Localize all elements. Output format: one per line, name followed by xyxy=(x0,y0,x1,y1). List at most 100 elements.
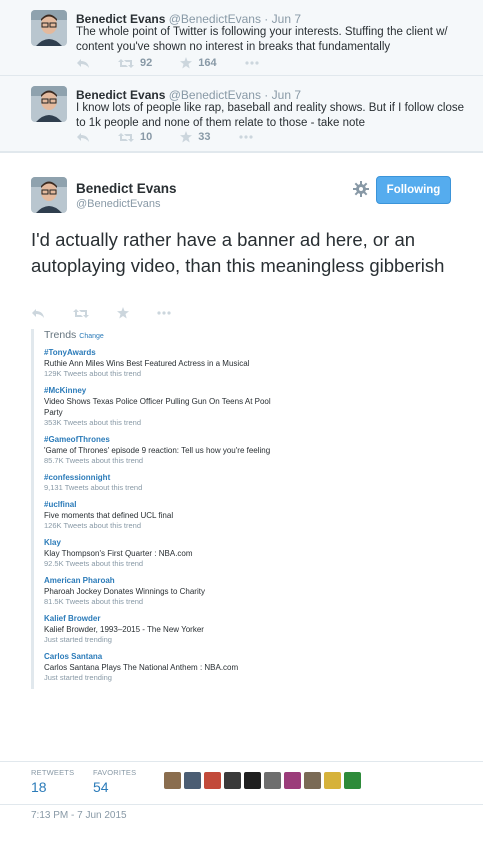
favoriter-avatar[interactable] xyxy=(204,772,221,789)
trend-tag[interactable]: #GameofThrones xyxy=(44,434,291,445)
favorite-count: 33 xyxy=(198,131,211,143)
favoriter-avatar[interactable] xyxy=(184,772,201,789)
tweet-date[interactable]: Jun 7 xyxy=(272,88,301,102)
trend-item[interactable]: #GameofThrones 'Game of Thrones' episode … xyxy=(44,434,291,466)
trend-count: 353K Tweets about this trend xyxy=(44,418,142,427)
avatar[interactable] xyxy=(31,86,67,122)
retweet-action[interactable]: 10 xyxy=(118,131,152,143)
trend-tag[interactable]: Carlos Santana xyxy=(44,651,291,662)
retweet-icon[interactable] xyxy=(73,308,89,319)
favoriter-avatar[interactable] xyxy=(344,772,361,789)
favoriter-avatar[interactable] xyxy=(264,772,281,789)
trend-item[interactable]: #TonyAwards Ruthie Ann Miles Wins Best Fe… xyxy=(44,347,291,379)
trend-count: Just started trending xyxy=(44,673,112,682)
trend-tag[interactable]: Klay xyxy=(44,537,291,548)
favoriter-avatar[interactable] xyxy=(224,772,241,789)
trend-item[interactable]: #confessionnight 9,131 Tweets about this … xyxy=(44,472,291,493)
retweets-stat[interactable]: RETWEETS 18 xyxy=(31,768,74,795)
trend-description: Kalief Browder, 1993–2015 - The New York… xyxy=(44,625,204,634)
avatar[interactable] xyxy=(31,177,67,213)
favorite-action[interactable]: 33 xyxy=(180,131,211,143)
trend-description: Five moments that defined UCL final xyxy=(44,511,174,520)
reply-icon[interactable] xyxy=(76,58,90,69)
more-icon[interactable] xyxy=(157,311,171,315)
trends-title: Trends xyxy=(44,329,77,341)
retweets-count: 18 xyxy=(31,779,47,795)
trend-item[interactable]: #uclfinal Five moments that defined UCL f… xyxy=(44,499,291,531)
star-icon xyxy=(180,57,193,69)
context-tweet[interactable]: Benedict Evans @BenedictEvans · Jun 7 Th… xyxy=(0,0,483,76)
favoriter-avatar[interactable] xyxy=(304,772,321,789)
favorites-stat[interactable]: FAVORITES 54 xyxy=(93,768,136,795)
trend-item[interactable]: Kalief Browder Kalief Browder, 1993–2015 … xyxy=(44,613,291,645)
favorites-label: FAVORITES xyxy=(93,768,137,777)
favoriter-avatar[interactable] xyxy=(164,772,181,789)
tweet-text: I know lots of people like rap, baseball… xyxy=(76,102,465,129)
avatar[interactable] xyxy=(31,10,67,46)
trend-tag[interactable]: #McKinney xyxy=(44,385,291,396)
more-icon[interactable] xyxy=(245,61,259,65)
trend-count: 126K Tweets about this trend xyxy=(44,521,142,530)
trend-item[interactable]: Carlos Santana Carlos Santana Plays The N… xyxy=(44,651,291,683)
favoriter-avatar[interactable] xyxy=(284,772,301,789)
trend-list: #TonyAwards Ruthie Ann Miles Wins Best Fe… xyxy=(44,347,291,683)
favoriter-avatar[interactable] xyxy=(244,772,261,789)
trend-tag[interactable]: #confessionnight xyxy=(44,472,291,483)
trend-count: 129K Tweets about this trend xyxy=(44,369,142,378)
trend-count: Just started trending xyxy=(44,635,112,644)
author-handle[interactable]: @BenedictEvans xyxy=(76,198,161,210)
trends-change-link[interactable]: Change xyxy=(79,333,104,340)
context-tweet[interactable]: Benedict Evans @BenedictEvans · Jun 7 I … xyxy=(0,76,483,152)
tweet-header: Benedict Evans @BenedictEvans · Jun 7 xyxy=(76,88,301,102)
author-name[interactable]: Benedict Evans xyxy=(76,181,177,196)
retweet-action[interactable]: 92 xyxy=(118,57,152,69)
trend-description: Ruthie Ann Miles Wins Best Featured Actr… xyxy=(44,359,250,368)
favoriter-avatar[interactable] xyxy=(324,772,341,789)
retweet-count: 10 xyxy=(140,131,153,143)
gear-icon[interactable] xyxy=(352,180,370,198)
tweet-timestamp[interactable]: 7:13 PM - 7 Jun 2015 xyxy=(31,810,127,821)
reply-icon[interactable] xyxy=(31,308,45,319)
trend-count: 9,131 Tweets about this trend xyxy=(44,483,143,492)
tweet-stats: RETWEETS 18 FAVORITES 54 xyxy=(0,761,483,805)
favorite-action[interactable]: 164 xyxy=(180,57,217,69)
tweet-actions: 92 164 xyxy=(76,57,287,69)
trends-header: Trends Change xyxy=(44,329,291,341)
trend-description: Klay Thompson's First Quarter : NBA.com xyxy=(44,549,193,558)
trend-item[interactable]: #McKinney Video Shows Texas Police Office… xyxy=(44,385,291,428)
trend-description: 'Game of Thrones' episode 9 reaction: Te… xyxy=(44,446,271,455)
following-button[interactable]: Following xyxy=(376,176,451,204)
tweet-date[interactable]: Jun 7 xyxy=(272,12,301,26)
retweet-count: 92 xyxy=(140,57,153,69)
trend-tag[interactable]: American Pharoah xyxy=(44,575,291,586)
author-handle[interactable]: @BenedictEvans xyxy=(169,12,261,26)
separator: · xyxy=(264,88,269,102)
tweet-text: The whole point of Twitter is following … xyxy=(76,26,448,53)
favorites-count: 54 xyxy=(93,779,109,795)
retweets-label: RETWEETS xyxy=(31,768,75,777)
trend-count: 81.5K Tweets about this trend xyxy=(44,597,144,606)
tweet-actions: 10 33 xyxy=(76,131,281,143)
favorite-count: 164 xyxy=(198,57,217,69)
reply-icon[interactable] xyxy=(76,132,90,143)
trend-item[interactable]: Klay Klay Thompson's First Quarter : NBA.… xyxy=(44,537,291,569)
trend-count: 85.7K Tweets about this trend xyxy=(44,456,144,465)
retweet-icon xyxy=(118,132,134,143)
star-icon[interactable] xyxy=(117,307,129,319)
author-handle[interactable]: @BenedictEvans xyxy=(169,88,261,102)
tweet-actions xyxy=(31,307,199,319)
tweet-header: Benedict Evans @BenedictEvans · Jun 7 xyxy=(76,12,301,26)
author-name[interactable]: Benedict Evans xyxy=(76,88,165,102)
trend-description: Pharoah Jockey Donates Winnings to Chari… xyxy=(44,587,205,596)
main-tweet: Benedict Evans @BenedictEvans Following … xyxy=(0,152,483,849)
separator: · xyxy=(264,12,269,26)
trend-tag[interactable]: #TonyAwards xyxy=(44,347,291,358)
favoriter-avatars xyxy=(164,772,364,789)
trend-tag[interactable]: Kalief Browder xyxy=(44,613,291,624)
more-icon[interactable] xyxy=(238,135,253,139)
trend-description: Carlos Santana Plays The National Anthem… xyxy=(44,663,239,672)
trend-tag[interactable]: #uclfinal xyxy=(44,499,291,510)
author-name[interactable]: Benedict Evans xyxy=(76,12,165,26)
trend-count: 92.5K Tweets about this trend xyxy=(44,559,144,568)
trend-item[interactable]: American Pharoah Pharoah Jockey Donates W… xyxy=(44,575,291,607)
